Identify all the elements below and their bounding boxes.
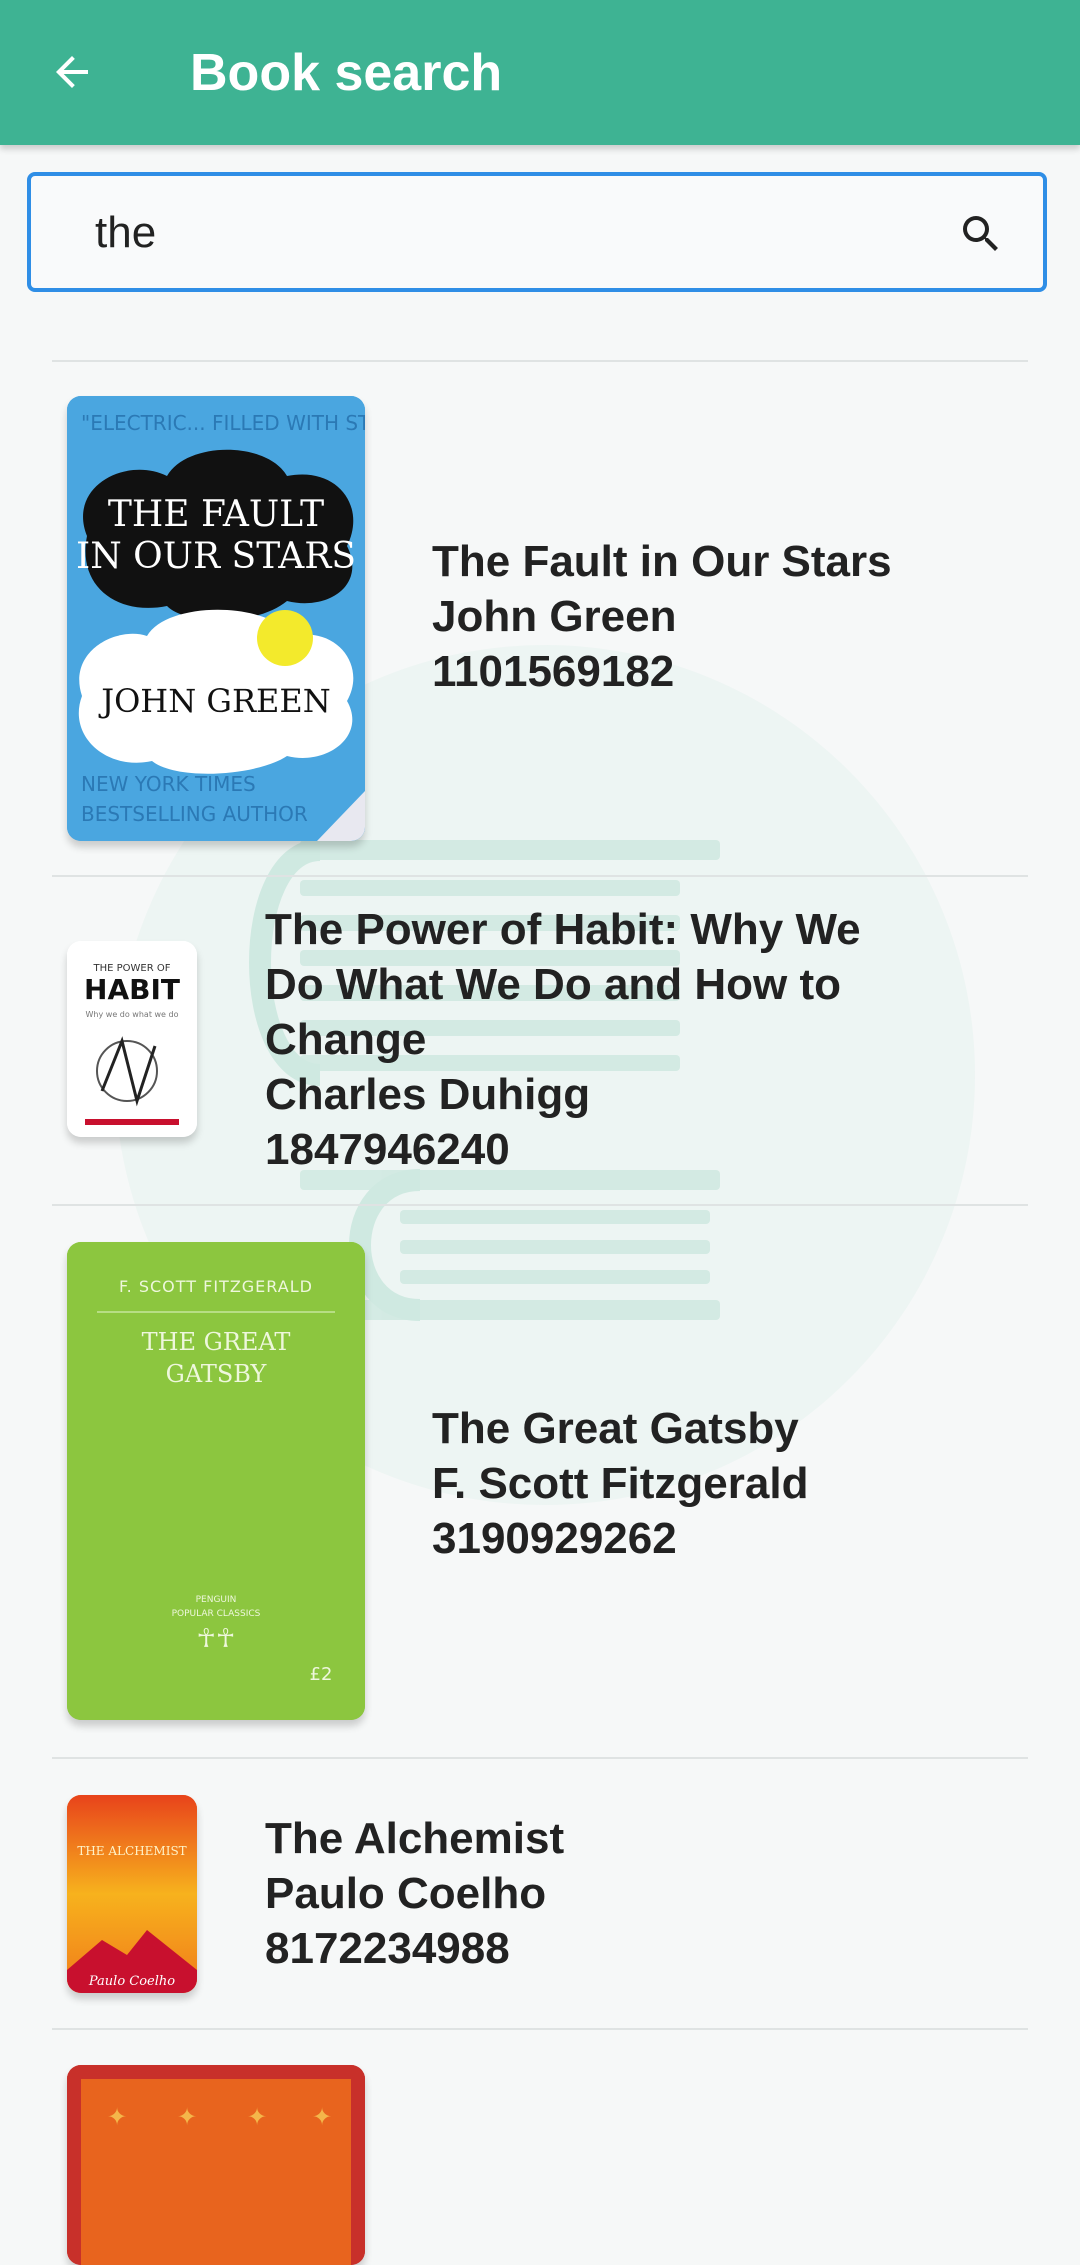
app-bar: Book search	[0, 0, 1080, 145]
book-isbn: 3190929262	[432, 1514, 677, 1563]
book-isbn: 1847946240	[265, 1125, 510, 1174]
svg-text:BESTSELLING AUTHOR: BESTSELLING AUTHOR	[81, 802, 308, 826]
svg-text:Why we do what we do: Why we do what we do	[86, 1010, 179, 1019]
cover-tagline: "ELECTRIC... FILLED WITH STACCATO BURSTS…	[81, 411, 365, 435]
book-title: The Fault in Our Stars	[432, 537, 892, 586]
book-author: F. Scott Fitzgerald	[432, 1459, 809, 1508]
list-item[interactable]: "ELECTRIC... FILLED WITH STACCATO BURSTS…	[0, 362, 1080, 874]
book-isbn: 8172234988	[265, 1924, 510, 1973]
svg-text:PENGUIN: PENGUIN	[196, 1595, 237, 1605]
book-author: Paulo Coelho	[265, 1869, 547, 1918]
book-info: The Great Gatsby F. Scott Fitzgerald 319…	[432, 1401, 1012, 1566]
book-cover: THE ALCHEMIST Paulo Coelho	[67, 1795, 197, 1993]
book-cover-art: "ELECTRIC... FILLED WITH STACCATO BURSTS…	[67, 396, 365, 841]
book-cover: F. SCOTT FITZGERALD THE GREAT GATSBY PEN…	[67, 1242, 365, 1720]
search-icon[interactable]	[957, 210, 1005, 258]
svg-text:POPULAR CLASSICS: POPULAR CLASSICS	[172, 1609, 261, 1619]
book-cover: ✦ ✦ ✦ ✦	[67, 2065, 365, 2265]
book-info: The Fault in Our Stars John Green 110156…	[432, 534, 1012, 699]
book-cover-art: F. SCOTT FITZGERALD THE GREAT GATSBY PEN…	[67, 1242, 365, 1720]
svg-text:✦: ✦	[247, 2103, 267, 2131]
book-cover: THE POWER OF HABIT Why we do what we do	[67, 941, 197, 1137]
book-info: The Alchemist Paulo Coelho 8172234988	[265, 1811, 885, 1976]
svg-text:Paulo Coelho: Paulo Coelho	[88, 1974, 175, 1989]
page-title: Book search	[190, 44, 503, 102]
list-item[interactable]: ✦ ✦ ✦ ✦	[0, 2030, 1080, 2265]
svg-text:NEW YORK TIMES: NEW YORK TIMES	[81, 772, 256, 796]
book-cover-art: ✦ ✦ ✦ ✦	[67, 2065, 365, 2265]
svg-text:✦: ✦	[312, 2103, 332, 2131]
book-cover: "ELECTRIC... FILLED WITH STACCATO BURSTS…	[67, 396, 365, 841]
svg-text:☥☥: ☥☥	[197, 1624, 236, 1654]
svg-text:F. SCOTT FITZGERALD: F. SCOTT FITZGERALD	[119, 1277, 313, 1296]
svg-text:GATSBY: GATSBY	[166, 1360, 268, 1388]
svg-text:THE GREAT: THE GREAT	[142, 1328, 291, 1356]
book-title: The Alchemist	[265, 1814, 565, 1863]
book-author: Charles Duhigg	[265, 1070, 591, 1119]
book-title: The Power of Habit: Why We Do What We Do…	[265, 905, 861, 1064]
book-info: The Power of Habit: Why We Do What We Do…	[265, 902, 885, 1177]
svg-text:JOHN GREEN: JOHN GREEN	[98, 682, 331, 720]
list-item[interactable]: THE POWER OF HABIT Why we do what we do …	[0, 877, 1080, 1203]
search-field[interactable]	[27, 172, 1047, 292]
list-item[interactable]: THE ALCHEMIST Paulo Coelho The Alchemist…	[0, 1759, 1080, 2027]
search-input[interactable]	[93, 194, 917, 272]
svg-text:HABIT: HABIT	[84, 973, 180, 1006]
book-title: The Great Gatsby	[432, 1404, 799, 1453]
book-cover-art: THE POWER OF HABIT Why we do what we do	[67, 941, 197, 1137]
svg-text:✦: ✦	[107, 2103, 127, 2131]
svg-text:THE FAULT: THE FAULT	[108, 494, 324, 535]
svg-text:IN OUR STARS: IN OUR STARS	[76, 536, 356, 577]
svg-text:THE ALCHEMIST: THE ALCHEMIST	[77, 1844, 186, 1858]
book-isbn: 1101569182	[432, 647, 675, 696]
list-item[interactable]: F. SCOTT FITZGERALD THE GREAT GATSBY PEN…	[0, 1206, 1080, 1756]
svg-text:✦: ✦	[177, 2103, 197, 2131]
book-cover-art: THE ALCHEMIST Paulo Coelho	[67, 1795, 197, 1993]
book-author: John Green	[432, 592, 677, 641]
back-button[interactable]	[36, 36, 108, 108]
svg-text:£2: £2	[310, 1664, 333, 1685]
arrow-left-icon	[56, 56, 88, 88]
